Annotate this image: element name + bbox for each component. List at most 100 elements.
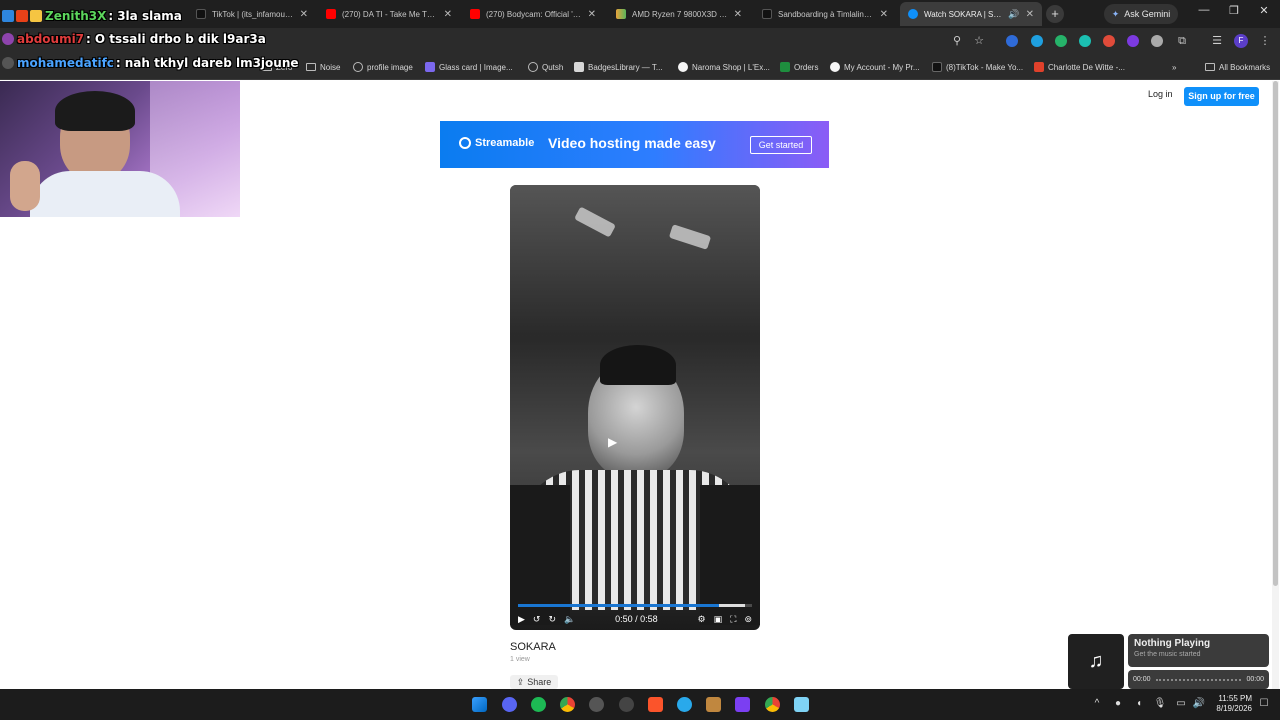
close-icon[interactable]: ✕ bbox=[444, 9, 452, 20]
close-icon[interactable]: ✕ bbox=[1026, 9, 1034, 20]
video-scrub-bar[interactable] bbox=[518, 604, 752, 607]
tab-sandboarding[interactable]: Sandboarding à Timlalin Ag ✕ bbox=[754, 2, 896, 26]
extension-icon[interactable] bbox=[1031, 35, 1043, 47]
video-frame bbox=[600, 345, 676, 385]
close-icon[interactable]: ✕ bbox=[588, 9, 596, 20]
all-bookmarks[interactable]: All Bookmarks bbox=[1205, 61, 1270, 73]
extension-icon[interactable] bbox=[1055, 35, 1067, 47]
play-icon[interactable]: ▶ bbox=[518, 614, 525, 625]
extension-icon[interactable] bbox=[1079, 35, 1091, 47]
get-started-button[interactable]: Get started bbox=[750, 136, 812, 154]
restore-icon[interactable]: ❐ bbox=[1224, 4, 1244, 17]
bookmark-icon bbox=[678, 62, 688, 72]
spotify-icon[interactable] bbox=[531, 697, 546, 712]
music-note-icon: ♫ bbox=[1068, 634, 1124, 689]
obs-icon[interactable] bbox=[589, 697, 604, 712]
volume-icon[interactable]: 🔊 bbox=[1192, 698, 1206, 709]
bookmark-charlotte-de-witte[interactable]: Charlotte De Witte -... bbox=[1034, 61, 1125, 73]
bookmark-icon bbox=[425, 62, 435, 72]
close-icon[interactable]: ✕ bbox=[880, 9, 888, 20]
webcam-overlay bbox=[0, 81, 240, 217]
telegram-icon[interactable] bbox=[677, 697, 692, 712]
music-track bbox=[1155, 678, 1242, 681]
windows-taskbar: ^ ● ◖ 🎙 ▭ 🔊 11:55 PM 8/19/2026 ☐ bbox=[0, 689, 1280, 720]
app-icon[interactable] bbox=[706, 697, 721, 712]
video-progress bbox=[518, 604, 719, 607]
extension-icon[interactable] bbox=[1006, 35, 1018, 47]
discord-icon[interactable] bbox=[502, 697, 517, 712]
star-icon[interactable]: ☆ bbox=[972, 34, 986, 48]
new-tab-button[interactable]: + bbox=[1046, 5, 1064, 23]
tab-label: Sandboarding à Timlalin Ag bbox=[778, 9, 874, 19]
tray-icon[interactable]: ◖ bbox=[1132, 698, 1146, 709]
tab-tiktok-infamous[interactable]: TikTok | (its_infamous@) كريم ✕ bbox=[188, 2, 316, 26]
tab-youtube-bodycam[interactable]: (270) Bodycam: Official 'Ro ✕ bbox=[462, 2, 604, 26]
music-now-playing: Nothing Playing Get the music started bbox=[1128, 634, 1269, 667]
streamable-banner[interactable]: Streamable Video hosting made easy Get s… bbox=[440, 121, 829, 168]
settings-icon[interactable]: ⚙ bbox=[698, 614, 706, 625]
tray-overflow-icon[interactable]: ^ bbox=[1090, 698, 1104, 709]
bookmark-noise[interactable]: Noise bbox=[306, 61, 340, 73]
video-player[interactable]: ▶ ↺ ↻ 🔈 0:50 / 0:58 ⚙ ▣ ⛶ ⊚ bbox=[510, 185, 760, 630]
tab-amd-ryzen[interactable]: AMD Ryzen 7 9800X3D (4.7 ✕ bbox=[608, 2, 750, 26]
bookmark-tiktok[interactable]: (8)TikTok - Make Yo... bbox=[932, 61, 1023, 73]
volume-icon[interactable]: 🔈 bbox=[564, 614, 575, 625]
bookmark-glass-card[interactable]: Glass card | Image... bbox=[425, 61, 513, 73]
speaker-icon[interactable]: 🔊 bbox=[1008, 9, 1019, 20]
app-icon[interactable] bbox=[619, 697, 634, 712]
profile-avatar[interactable]: F bbox=[1234, 34, 1248, 48]
close-icon[interactable]: ✕ bbox=[734, 9, 742, 20]
bookmark-profile-image[interactable]: profile image bbox=[353, 61, 413, 73]
chat-username: mohamedatifc bbox=[17, 56, 114, 70]
chrome-icon[interactable] bbox=[560, 697, 575, 712]
signup-button[interactable]: Sign up for free bbox=[1184, 87, 1259, 106]
folder-icon bbox=[1205, 63, 1215, 71]
windows-start-icon[interactable] bbox=[472, 697, 487, 712]
system-clock[interactable]: 11:55 PM 8/19/2026 bbox=[1210, 694, 1252, 714]
chat-message: mohamedatifc: nah tkhyl dareb lm3joune bbox=[2, 54, 299, 72]
bookmark-label: My Account - My Pr... bbox=[844, 62, 920, 72]
ask-gemini-button[interactable]: ✦ Ask Gemini bbox=[1104, 4, 1178, 24]
close-window-icon[interactable]: ✕ bbox=[1254, 4, 1274, 17]
minimize-icon[interactable]: — bbox=[1194, 4, 1214, 16]
app-icon[interactable] bbox=[794, 697, 809, 712]
menu-icon[interactable]: ⋮ bbox=[1258, 34, 1272, 48]
rewind-icon[interactable]: ↺ bbox=[533, 614, 541, 625]
tab-youtube-take-me-there[interactable]: (270) DA TI - Take Me There ✕ bbox=[318, 2, 460, 26]
mic-icon[interactable]: 🎙 bbox=[1153, 698, 1167, 709]
share-button[interactable]: ⇪ Share bbox=[510, 675, 558, 689]
notification-icon[interactable]: ☐ bbox=[1257, 698, 1271, 709]
fullscreen-icon[interactable]: ⛶ bbox=[730, 614, 736, 625]
extension-icon[interactable] bbox=[1127, 35, 1139, 47]
forward-icon[interactable]: ↻ bbox=[548, 614, 556, 625]
bookmarks-overflow[interactable]: » bbox=[1172, 61, 1176, 73]
zoom-icon[interactable]: ⚲ bbox=[950, 34, 964, 48]
puzzle-icon[interactable]: ⧉ bbox=[1175, 34, 1189, 48]
bookmark-qutsh[interactable]: Qutsh bbox=[528, 61, 563, 73]
extension-icon[interactable] bbox=[1151, 35, 1163, 47]
tiktok-icon bbox=[932, 62, 942, 72]
streamable-icon[interactable]: ⊚ bbox=[744, 614, 752, 625]
cursor-icon: ▶ bbox=[608, 435, 618, 449]
discord-tray-icon[interactable]: ● bbox=[1111, 698, 1125, 709]
bookmark-orders[interactable]: Orders bbox=[780, 61, 818, 73]
bookmark-badgeslibrary[interactable]: BadgesLibrary — T... bbox=[574, 61, 663, 73]
brave-icon[interactable] bbox=[648, 697, 663, 712]
reading-list-icon[interactable]: ☰ bbox=[1210, 34, 1224, 48]
pip-icon[interactable]: ▣ bbox=[714, 614, 723, 625]
bookmark-my-account[interactable]: My Account - My Pr... bbox=[830, 61, 920, 73]
bookmark-naroma-shop[interactable]: Naroma Shop | L'Ex... bbox=[678, 61, 770, 73]
scrollbar-thumb[interactable] bbox=[1273, 81, 1278, 586]
login-link[interactable]: Log in bbox=[1148, 89, 1173, 99]
chat-text: nah tkhyl dareb lm3joune bbox=[124, 56, 299, 70]
chrome-icon[interactable] bbox=[765, 697, 780, 712]
extension-icon[interactable] bbox=[1103, 35, 1115, 47]
page-scrollbar[interactable] bbox=[1272, 81, 1279, 689]
music-progress[interactable]: 00:00 00:00 bbox=[1128, 670, 1269, 689]
close-icon[interactable]: ✕ bbox=[300, 9, 308, 20]
tab-watch-sokara[interactable]: Watch SOKARA | Stream 🔊 ✕ bbox=[900, 2, 1042, 26]
clock-date: 8/19/2026 bbox=[1216, 704, 1252, 713]
network-icon[interactable]: ▭ bbox=[1174, 698, 1188, 709]
app-icon[interactable] bbox=[735, 697, 750, 712]
tab-label: (270) Bodycam: Official 'Ro bbox=[486, 9, 582, 19]
